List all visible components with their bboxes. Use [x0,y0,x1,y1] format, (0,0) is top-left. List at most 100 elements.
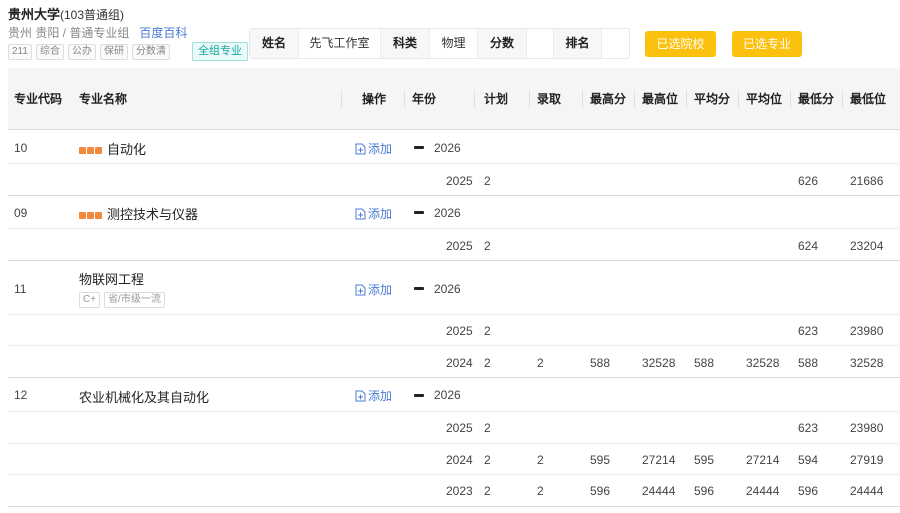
major-code: 09 [14,206,28,220]
history-min-rank: 32528 [850,356,884,370]
school-tag: 保研 [99,44,128,60]
school-tag: 公办 [67,44,96,60]
history-plan: 2 [484,453,491,467]
school-name: 贵州大学 [8,7,61,22]
history-avg-score: 588 [694,356,715,370]
collapse-icon[interactable] [414,211,424,214]
header-code: 专业代码 [14,92,63,106]
score-label: 分数 [478,29,527,58]
history-row: 2023 2 2 596 24444 596 24444 596 24444 [8,475,900,507]
history-min-score: 594 [798,453,819,467]
major-name[interactable]: 物联网工程 [79,269,144,288]
history-max-rank: 32528 [642,356,676,370]
history-plan: 2 [484,174,491,188]
add-label: 添加 [368,142,393,156]
history-admit: 2 [537,484,544,498]
baike-link[interactable]: 百度百科 [139,26,187,40]
history-plan: 2 [484,239,491,253]
selected-school-button[interactable]: 已选院校 [645,31,716,57]
history-max-score: 596 [590,484,611,498]
history-row: 2025 2 624 23204 [8,229,900,261]
major-name[interactable]: 农业机械化及其自动化 [79,387,209,406]
document-icon [355,284,366,296]
major-code: 12 [14,388,28,402]
header-plan: 计划 [484,92,509,106]
history-year: 2025 [446,174,473,188]
header-max-score: 最高分 [590,92,627,106]
history-min-score: 623 [798,421,819,435]
major-code: 10 [14,141,28,155]
header-op: 操作 [362,92,387,106]
history-year: 2024 [446,356,473,370]
history-year: 2025 [446,421,473,435]
name-value: 先飞工作室 [299,29,381,58]
major-row: 09 测控技术与仪器 添加 2026 [8,196,900,229]
all-major-button[interactable]: 全组专业 [192,42,248,61]
collapse-icon[interactable] [414,146,424,149]
history-admit: 2 [537,356,544,370]
header-name: 专业名称 [79,92,128,106]
major-code: 11 [14,282,27,296]
history-min-score: 623 [798,324,819,338]
add-label: 添加 [368,389,393,403]
current-year: 2026 [434,206,461,220]
collapse-icon[interactable] [414,287,424,290]
major-sub-tags: C+ 省/市级一流 [79,292,165,308]
school-tags: 211 综合 公办 保研 分数清 [8,44,170,60]
add-button[interactable]: 添加 [355,205,392,222]
history-min-rank: 27919 [850,453,884,467]
add-button[interactable]: 添加 [355,387,392,404]
history-min-score: 596 [798,484,819,498]
subject-label: 科类 [381,29,430,58]
history-max-score: 595 [590,453,611,467]
history-year: 2025 [446,324,473,338]
history-min-rank: 24444 [850,484,884,498]
major-name: 自动化 [107,142,147,157]
history-min-rank: 21686 [850,174,884,188]
major-name-cell[interactable]: 测控技术与仪器 [79,204,198,223]
history-admit: 2 [537,453,544,467]
major-sub-tag: 省/市级一流 [104,292,165,308]
new-badge-icon [79,142,103,157]
history-plan: 2 [484,324,491,338]
history-avg-rank: 32528 [746,356,780,370]
major-sub-tag: C+ [79,292,101,308]
history-avg-rank: 27214 [746,453,780,467]
major-name-cell[interactable]: 自动化 [79,139,146,158]
rank-label: 排名 [554,29,602,58]
score-value[interactable] [527,29,554,58]
major-row: 10 自动化 添加 2026 [8,131,900,164]
school-header: 贵州大学(103普通组) 贵州 贵阳 / 普通专业组 百度百科 211 综合 公办… [0,0,900,64]
history-min-rank: 23980 [850,421,884,435]
document-icon [355,143,366,155]
header-year: 年份 [412,92,437,106]
history-max-score: 588 [590,356,611,370]
current-year: 2026 [434,141,461,155]
school-title: 贵州大学(103普通组) [8,4,124,23]
history-avg-rank: 24444 [746,484,780,498]
subject-value: 物理 [430,29,478,58]
add-button[interactable]: 添加 [355,281,392,298]
major-name: 测控技术与仪器 [107,207,199,222]
collapse-icon[interactable] [414,394,424,397]
history-row: 2025 2 626 21686 [8,164,900,196]
name-label: 姓名 [250,29,299,58]
rank-value[interactable] [602,29,629,58]
selected-major-button[interactable]: 已选专业 [732,31,802,57]
school-tag: 分数清 [131,44,170,60]
history-min-rank: 23980 [850,324,884,338]
history-year: 2025 [446,239,473,253]
history-row: 2024 2 2 595 27214 595 27214 594 27919 [8,444,900,475]
history-min-score: 588 [798,356,819,370]
add-button[interactable]: 添加 [355,140,392,157]
history-avg-score: 596 [694,484,715,498]
header-avg-rank: 平均位 [746,92,783,106]
add-label: 添加 [368,207,393,221]
history-plan: 2 [484,421,491,435]
history-row: 2024 2 2 588 32528 588 32528 588 32528 [8,346,900,378]
school-group: (103普通组) [60,8,125,22]
history-year: 2023 [446,484,473,498]
history-avg-score: 595 [694,453,715,467]
header-avg-score: 平均分 [694,92,731,106]
school-location: 贵州 贵阳 / 普通专业组 [8,26,130,40]
